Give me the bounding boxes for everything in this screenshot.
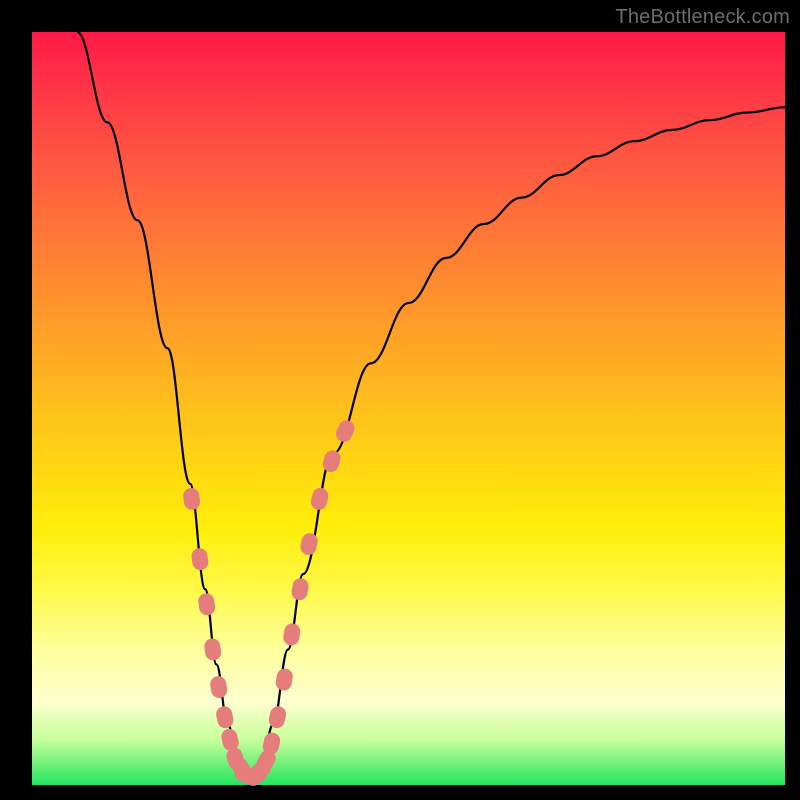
curve-marker [290, 577, 310, 602]
curve-marker [182, 487, 201, 511]
curve-marker [197, 592, 216, 616]
curve-marker [309, 486, 330, 511]
curve-marker [274, 667, 294, 691]
watermark-text: TheBottleneck.com [615, 6, 790, 29]
curve-marker [282, 622, 301, 646]
curve-marker [267, 705, 287, 730]
curve-marker [215, 705, 235, 730]
curve-marker [299, 532, 319, 557]
curve-marker [203, 637, 222, 661]
plot-area [32, 32, 785, 785]
curve-marker [209, 675, 228, 699]
bottleneck-curve [77, 32, 785, 777]
curve-marker [321, 448, 343, 474]
curve-marker [333, 418, 357, 445]
chart-svg [32, 32, 785, 785]
chart-frame: TheBottleneck.com [0, 0, 800, 800]
curve-marker [190, 547, 209, 571]
